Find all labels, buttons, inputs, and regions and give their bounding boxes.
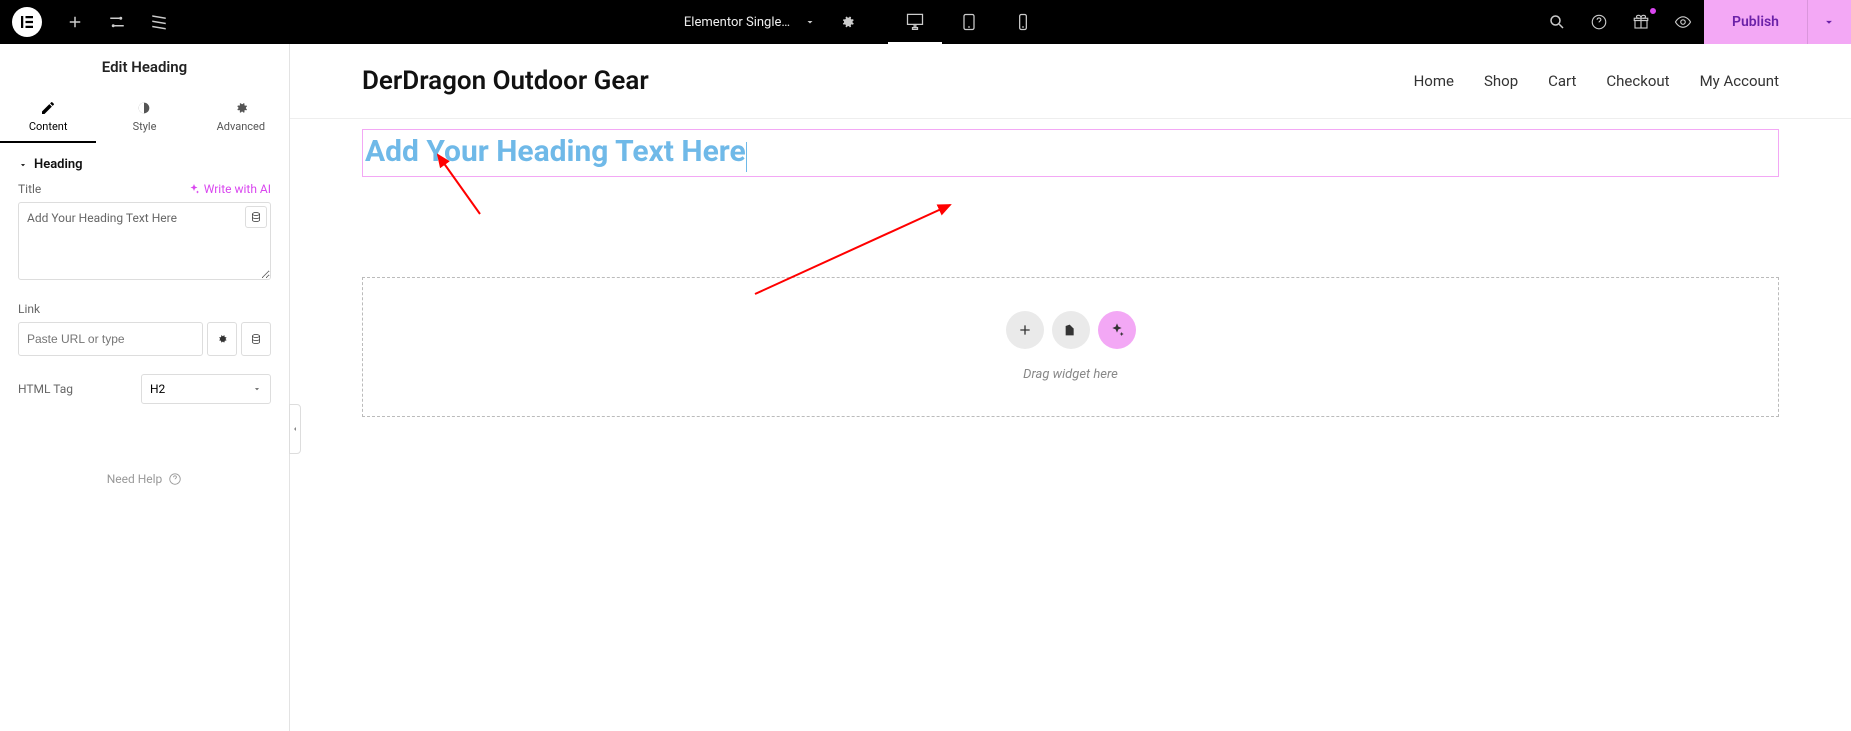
heading-widget[interactable]: Add Your Heading Text Here [362,129,1779,177]
topbar-center-group: Elementor Single… [666,0,1050,44]
responsive-tabs [888,0,1050,44]
controls-area: Title Write with AI Link [0,182,289,422]
topbar-left-group [0,0,180,44]
top-toolbar: Elementor Single… [0,0,1851,44]
desktop-tab[interactable] [888,0,942,44]
nav-shop[interactable]: Shop [1484,72,1518,90]
topbar-right-group: Publish [1536,0,1851,44]
publish-dropdown[interactable] [1807,0,1851,44]
main-nav: Home Shop Cart Checkout My Account [1414,72,1779,90]
help-label: Need Help [107,472,163,486]
tab-advanced-label: Advanced [217,120,265,133]
collapse-sidebar-handle[interactable] [289,404,301,454]
panel-tabs: Content Style Advanced [0,90,289,143]
write-with-ai-link[interactable]: Write with AI [188,182,271,196]
htmltag-label: HTML Tag [18,382,73,396]
nav-account[interactable]: My Account [1700,72,1779,90]
main-area: Edit Heading Content Style Advanced Head… [0,44,1851,731]
section-heading[interactable]: Heading [0,143,289,182]
elementor-logo[interactable] [12,7,42,37]
tab-advanced[interactable]: Advanced [193,90,289,143]
heading-text[interactable]: Add Your Heading Text Here [365,134,746,169]
whats-new-icon[interactable] [1620,0,1662,44]
text-cursor [746,142,747,172]
add-template-button[interactable] [1052,311,1090,349]
nav-checkout[interactable]: Checkout [1606,72,1669,90]
page-settings-icon[interactable] [826,0,868,44]
dropzone-text: Drag widget here [1023,367,1118,382]
publish-button[interactable]: Publish [1704,0,1807,44]
document-title: Elementor Single… [676,15,798,30]
document-title-dropdown[interactable]: Elementor Single… [666,15,826,30]
site-header: DerDragon Outdoor Gear Home Shop Cart Ch… [290,44,1851,119]
tab-style[interactable]: Style [96,90,192,143]
title-input[interactable] [18,202,271,280]
link-input[interactable] [18,322,203,356]
ai-label: Write with AI [204,182,271,196]
nav-cart[interactable]: Cart [1548,72,1576,90]
help-icon[interactable] [1578,0,1620,44]
settings-icon[interactable] [96,0,138,44]
tablet-tab[interactable] [942,0,996,44]
finder-search-icon[interactable] [1536,0,1578,44]
link-label: Link [18,302,271,316]
dropzone-buttons [1006,311,1136,349]
title-label: Title [18,182,41,196]
empty-section-dropzone[interactable]: Drag widget here [362,277,1779,417]
editor-sidebar: Edit Heading Content Style Advanced Head… [0,44,290,731]
mobile-tab[interactable] [996,0,1050,44]
preview-icon[interactable] [1662,0,1704,44]
ai-generate-button[interactable] [1098,311,1136,349]
need-help-link[interactable]: Need Help [0,422,289,506]
editor-canvas: DerDragon Outdoor Gear Home Shop Cart Ch… [290,44,1851,731]
htmltag-value: H2 [150,382,165,396]
link-options-button[interactable] [207,322,237,356]
tab-content[interactable]: Content [0,90,96,143]
htmltag-select[interactable]: H2 [141,374,271,404]
dynamic-tags-button[interactable] [245,206,267,228]
add-section-button[interactable] [1006,311,1044,349]
tab-style-label: Style [133,120,157,133]
section-heading-label: Heading [34,157,83,172]
add-element-button[interactable] [54,0,96,44]
panel-title: Edit Heading [0,44,289,90]
structure-icon[interactable] [138,0,180,44]
site-title: DerDragon Outdoor Gear [362,66,649,96]
link-dynamic-button[interactable] [241,322,271,356]
nav-home[interactable]: Home [1414,72,1454,90]
notification-dot [1650,8,1656,14]
tab-content-label: Content [29,120,68,133]
